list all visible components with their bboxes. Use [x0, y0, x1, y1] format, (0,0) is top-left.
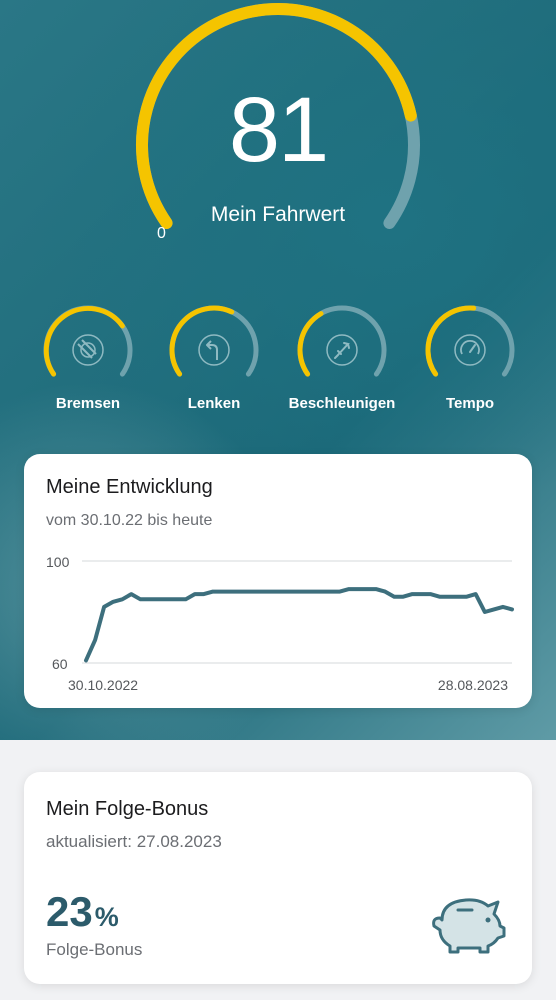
bonus-unit: % — [94, 902, 119, 932]
bonus-number: 23 — [46, 888, 93, 935]
rocket-icon — [326, 334, 358, 366]
brake-gauge — [43, 305, 133, 377]
brake-icon — [72, 334, 104, 366]
chart-ytick-100: 100 — [46, 554, 70, 570]
category-gauge-brakes[interactable]: Bremsen — [28, 305, 148, 412]
chart-xlabel-start: 30.10.2022 — [68, 677, 138, 693]
chart-xlabel-end: 28.08.2023 — [438, 677, 508, 693]
acceleration-gauge — [297, 305, 387, 377]
category-label-acceleration: Beschleunigen — [288, 395, 396, 412]
steering-arrow-icon — [198, 334, 230, 366]
speedometer-icon — [454, 334, 486, 366]
category-label-steering: Lenken — [187, 395, 241, 412]
development-chart: 100 60 30.10.2022 28.08.2023 — [46, 554, 514, 693]
gauge-min-label: 0 — [157, 225, 166, 242]
category-gauges: Bremsen Lenken Beschleunigen Tempo — [0, 305, 556, 425]
category-gauge-acceleration[interactable]: Beschleunigen — [282, 305, 402, 412]
bonus-updated: aktualisiert: 27.08.2023 — [46, 832, 222, 851]
bonus-card[interactable]: Mein Folge-Bonus aktualisiert: 27.08.202… — [24, 772, 532, 984]
driving-score-value: 81 — [228, 79, 329, 181]
bonus-value: 23% — [46, 888, 119, 936]
category-label-speed: Tempo — [445, 395, 495, 412]
chart-ytick-60: 60 — [52, 656, 68, 672]
category-gauge-speed[interactable]: Tempo — [410, 305, 530, 412]
development-card[interactable]: Meine Entwicklung vom 30.10.22 bis heute… — [24, 454, 532, 708]
bonus-label: Folge-Bonus — [46, 940, 143, 959]
bonus-title: Mein Folge-Bonus — [46, 798, 209, 820]
steering-gauge — [169, 305, 259, 377]
category-gauge-steering[interactable]: Lenken — [154, 305, 274, 412]
header-area: 81 Mein Fahrwert 0 Bremsen Lenken Beschl… — [0, 0, 556, 740]
category-label-brakes: Bremsen — [55, 395, 121, 412]
chart-series-line — [84, 587, 514, 663]
piggy-bank-icon — [432, 898, 506, 954]
speed-gauge — [425, 305, 515, 377]
driving-score-label: Mein Fahrwert — [210, 203, 346, 226]
